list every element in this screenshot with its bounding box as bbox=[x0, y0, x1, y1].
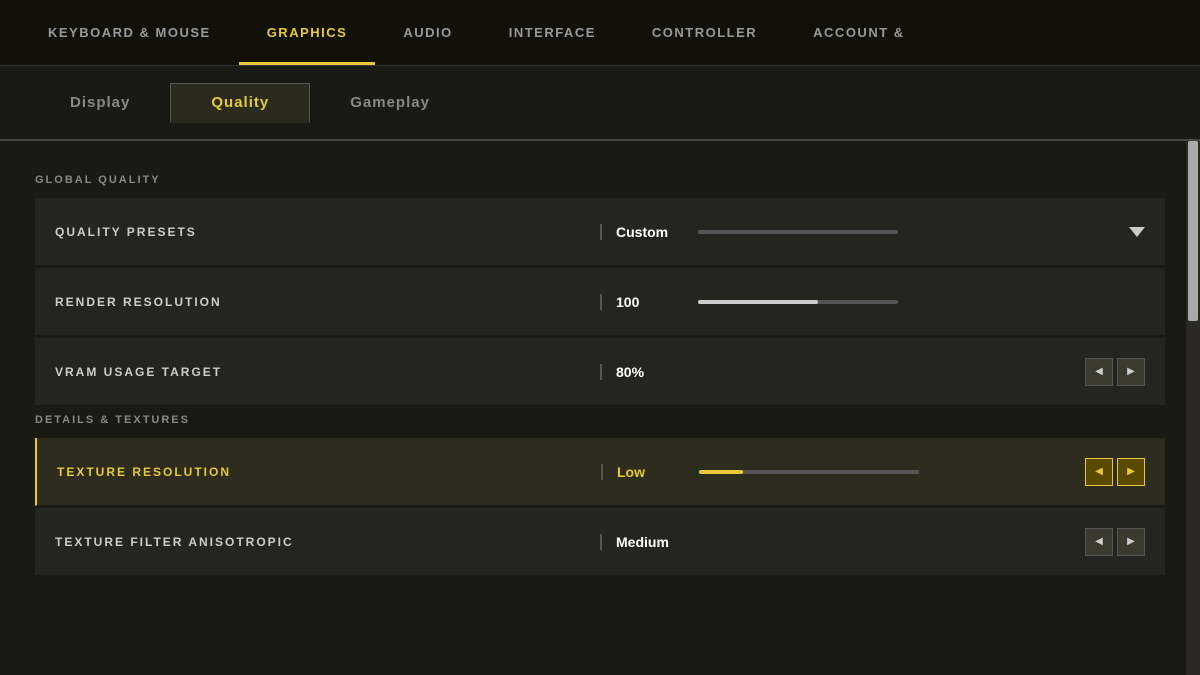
sub-tab-gameplay[interactable]: Gameplay bbox=[310, 84, 470, 121]
row-label-quality-presets: QUALITY PRESETS bbox=[55, 225, 600, 239]
row-value-area-vram-usage-target: 80% ◀▶ bbox=[600, 358, 1145, 386]
dropdown-arrow-quality-presets[interactable] bbox=[1129, 227, 1145, 237]
row-value-area-texture-resolution: Low ◀▶ bbox=[601, 458, 1145, 486]
sub-tab-quality[interactable]: Quality bbox=[170, 83, 310, 123]
section-header-details-textures: DETAILS & TEXTURES bbox=[35, 414, 1165, 426]
arrow-left-texture-filter-anisotropic[interactable]: ◀ bbox=[1085, 528, 1113, 556]
scrollbar-thumb[interactable] bbox=[1188, 141, 1198, 321]
settings-row-texture-filter-anisotropic: TEXTURE FILTER ANISOTROPICMedium ◀▶ bbox=[35, 508, 1165, 576]
row-value-quality-presets: Custom bbox=[600, 224, 680, 240]
row-value-render-resolution: 100 bbox=[600, 294, 680, 310]
row-value-vram-usage-target: 80% bbox=[600, 364, 680, 380]
top-nav-item-interface[interactable]: INTERFACE bbox=[481, 0, 624, 65]
slider-track-render-resolution[interactable] bbox=[698, 300, 898, 304]
arrow-right-texture-filter-anisotropic[interactable]: ▶ bbox=[1117, 528, 1145, 556]
arrow-controls-texture-filter-anisotropic: ◀▶ bbox=[1085, 528, 1145, 556]
arrow-controls-vram-usage-target: ◀▶ bbox=[1085, 358, 1145, 386]
top-nav-item-account[interactable]: ACCOUNT & bbox=[785, 0, 933, 65]
row-value-area-texture-filter-anisotropic: Medium ◀▶ bbox=[600, 528, 1145, 556]
top-nav-item-graphics[interactable]: GRAPHICS bbox=[239, 0, 376, 65]
scrollbar[interactable] bbox=[1186, 141, 1200, 675]
section-header-global-quality: GLOBAL QUALITY bbox=[35, 174, 1165, 186]
sub-tabs: DisplayQualityGameplay bbox=[0, 66, 1200, 141]
row-label-vram-usage-target: VRAM USAGE TARGET bbox=[55, 365, 600, 379]
settings-row-render-resolution: RENDER RESOLUTION100 bbox=[35, 268, 1165, 336]
arrow-right-texture-resolution[interactable]: ▶ bbox=[1117, 458, 1145, 486]
row-label-texture-resolution: TEXTURE RESOLUTION bbox=[57, 465, 601, 479]
slider-track-texture-resolution[interactable] bbox=[699, 470, 919, 474]
slider-fill-texture-resolution bbox=[699, 470, 743, 474]
arrow-left-texture-resolution[interactable]: ◀ bbox=[1085, 458, 1113, 486]
row-value-texture-resolution: Low bbox=[601, 464, 681, 480]
top-nav-item-controller[interactable]: CONTROLLER bbox=[624, 0, 785, 65]
slider-fill-render-resolution bbox=[698, 300, 818, 304]
settings-row-quality-presets: QUALITY PRESETSCustom bbox=[35, 198, 1165, 266]
top-nav-item-audio[interactable]: AUDIO bbox=[375, 0, 480, 65]
row-value-texture-filter-anisotropic: Medium bbox=[600, 534, 680, 550]
arrow-right-vram-usage-target[interactable]: ▶ bbox=[1117, 358, 1145, 386]
row-value-area-quality-presets: Custom bbox=[600, 224, 1145, 240]
row-label-render-resolution: RENDER RESOLUTION bbox=[55, 295, 600, 309]
top-navigation: KEYBOARD & MOUSEGRAPHICSAUDIOINTERFACECO… bbox=[0, 0, 1200, 66]
slider-track-quality-presets bbox=[698, 230, 898, 234]
arrow-controls-texture-resolution: ◀▶ bbox=[1085, 458, 1145, 486]
row-value-area-render-resolution: 100 bbox=[600, 294, 1145, 310]
arrow-left-vram-usage-target[interactable]: ◀ bbox=[1085, 358, 1113, 386]
sub-tab-display[interactable]: Display bbox=[30, 84, 170, 121]
row-label-texture-filter-anisotropic: TEXTURE FILTER ANISOTROPIC bbox=[55, 535, 600, 549]
settings-row-texture-resolution: TEXTURE RESOLUTIONLow ◀▶ bbox=[35, 438, 1165, 506]
top-nav-item-keyboard-mouse[interactable]: KEYBOARD & MOUSE bbox=[20, 0, 239, 65]
main-content: GLOBAL QUALITYQUALITY PRESETSCustomRENDE… bbox=[0, 141, 1200, 675]
settings-row-vram-usage-target: VRAM USAGE TARGET80% ◀▶ bbox=[35, 338, 1165, 406]
